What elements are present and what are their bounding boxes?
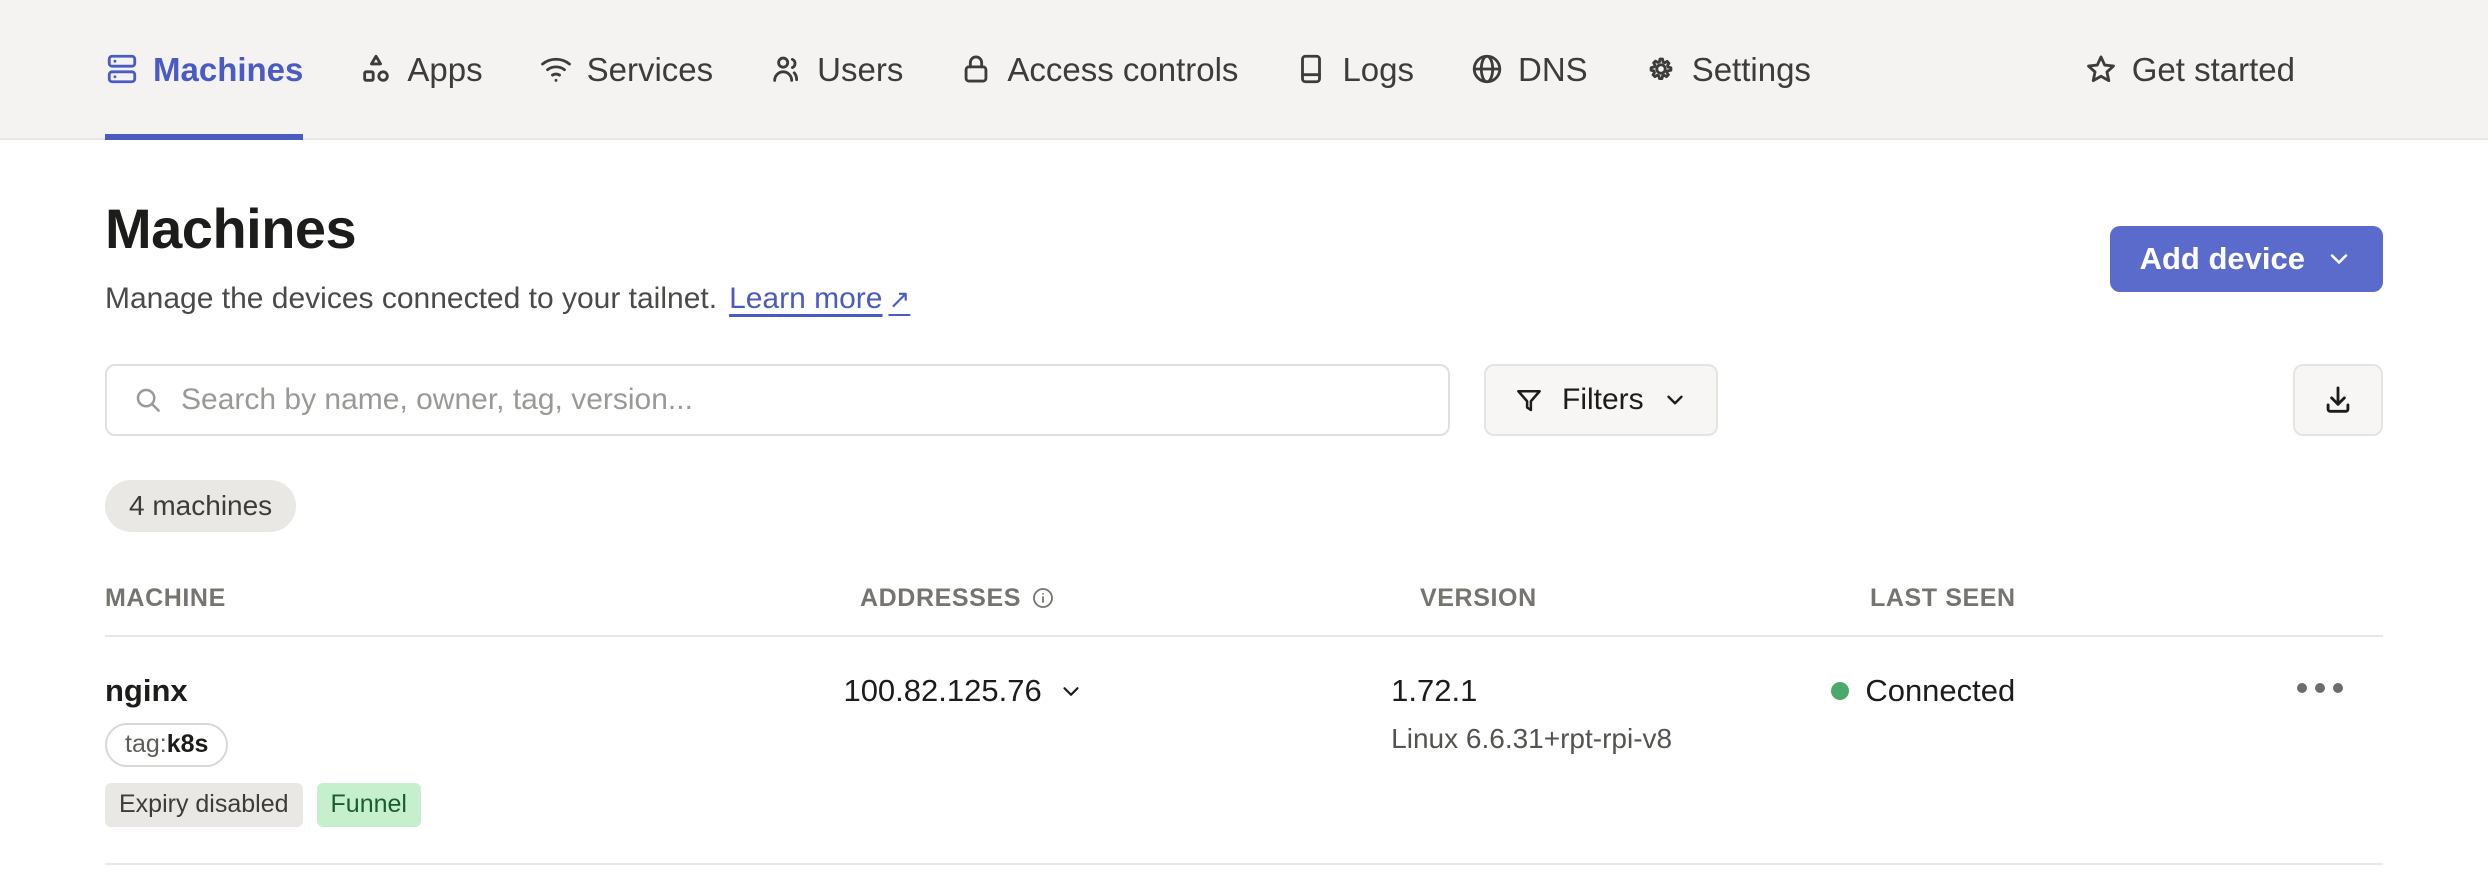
status-badge: Connected [1831, 673, 2015, 709]
chevron-down-icon [1662, 387, 1688, 413]
nav-item-services[interactable]: Services [511, 0, 742, 138]
learn-more-label: Learn more [729, 281, 883, 315]
wifi-icon [539, 52, 573, 86]
page-header-text: Machines Manage the devices connected to… [105, 198, 910, 316]
badge-funnel: Funnel [316, 782, 421, 827]
globe-icon [1470, 52, 1504, 86]
add-device-label: Add device [2139, 241, 2305, 276]
cell-machine: nginx tag: k8s Expiry disabled Funnel [105, 673, 843, 827]
search-box[interactable] [105, 363, 1450, 436]
learn-more-link[interactable]: Learn more ↗ [729, 282, 910, 316]
active-tab-underline [105, 134, 304, 140]
users-icon [769, 52, 803, 86]
badge-expiry-disabled: Expiry disabled [105, 782, 303, 827]
machine-address[interactable]: 100.82.125.76 [843, 673, 1083, 709]
page-description: Manage the devices connected to your tai… [105, 282, 910, 316]
nav-item-label: Apps [407, 50, 483, 88]
machines-table: MACHINE ADDRESSES VERSION LAST SEEN ngin… [105, 584, 2383, 865]
machine-count-badge: 4 machines [105, 479, 297, 532]
kebab-dot-icon [2297, 682, 2308, 693]
top-navigation-bar: Machines Apps Services Users Access cont… [0, 0, 2488, 140]
machine-count-row: 4 machines [105, 479, 2383, 532]
chevron-down-icon [1058, 678, 1084, 704]
nav-item-settings[interactable]: Settings [1616, 0, 1839, 138]
info-icon[interactable] [1031, 586, 1055, 610]
servers-icon [105, 52, 139, 86]
nav-items: Machines Apps Services Users Access cont… [105, 0, 2084, 140]
page-header: Machines Manage the devices connected to… [105, 140, 2383, 316]
table-row[interactable]: nginx tag: k8s Expiry disabled Funnel 100… [105, 637, 2383, 865]
table-header-row: MACHINE ADDRESSES VERSION LAST SEEN [105, 584, 2383, 637]
download-icon [2321, 383, 2355, 417]
cell-last-seen: Connected [1831, 673, 2291, 709]
nav-item-get-started[interactable]: Get started [2084, 0, 2323, 138]
search-input[interactable] [181, 382, 1422, 417]
filter-icon [1514, 385, 1544, 415]
machine-address-value: 100.82.125.76 [843, 672, 1042, 708]
machine-badges: Expiry disabled Funnel [105, 782, 843, 827]
nav-item-users[interactable]: Users [741, 0, 931, 138]
nav-item-label: Services [586, 50, 714, 88]
machine-tag-pill[interactable]: tag: k8s [105, 722, 229, 767]
nav-item-label: DNS [1518, 50, 1588, 88]
toolbar: Filters [105, 363, 2383, 436]
nav-item-label: Users [817, 50, 904, 88]
download-button[interactable] [2293, 363, 2383, 436]
nav-item-dns[interactable]: DNS [1442, 0, 1616, 138]
book-icon [1294, 52, 1328, 86]
nav-right-section: Get started [2084, 0, 2383, 138]
kebab-dot-icon [2333, 682, 2344, 693]
chevron-down-icon [2325, 245, 2353, 273]
row-menu-button[interactable] [2291, 673, 2349, 703]
column-header-last-seen: LAST SEEN [1870, 583, 2016, 612]
filters-button[interactable]: Filters [1484, 363, 1718, 436]
kebab-dot-icon [2315, 682, 2326, 693]
star-icon [2084, 52, 2118, 86]
machine-os: Linux 6.6.31+rpt-rpi-v8 [1391, 722, 1673, 754]
nav-item-label: Machines [153, 50, 304, 88]
external-link-arrow-icon: ↗ [888, 283, 911, 314]
nav-item-label: Logs [1342, 50, 1414, 88]
column-header-version: VERSION [1420, 583, 1537, 612]
nav-item-label: Get started [2131, 50, 2295, 88]
add-device-button[interactable]: Add device [2109, 226, 2383, 292]
status-label: Connected [1865, 672, 2016, 708]
nav-item-label: Access controls [1007, 50, 1239, 88]
machine-name[interactable]: nginx [105, 673, 843, 709]
apps-icon [359, 52, 393, 86]
nav-item-machines[interactable]: Machines [105, 0, 331, 140]
tag-value: k8s [166, 730, 209, 759]
nav-item-apps[interactable]: Apps [331, 0, 510, 138]
page-content: Machines Manage the devices connected to… [0, 140, 2488, 865]
filters-label: Filters [1562, 382, 1644, 416]
cell-addresses: 100.82.125.76 [843, 673, 1391, 709]
column-header-machine: MACHINE [105, 583, 226, 612]
page-title: Machines [105, 197, 357, 260]
machine-version: 1.72.1 [1391, 672, 1478, 708]
column-header-addresses-label: ADDRESSES [860, 583, 1021, 612]
tag-prefix: tag: [125, 730, 167, 759]
cell-version: 1.72.1 Linux 6.6.31+rpt-rpi-v8 [1391, 673, 1831, 755]
nav-item-label: Settings [1691, 50, 1811, 88]
cell-actions [2291, 673, 2383, 703]
status-dot-icon [1831, 681, 1850, 700]
lock-icon [959, 52, 993, 86]
page-description-text: Manage the devices connected to your tai… [105, 281, 718, 315]
nav-item-logs[interactable]: Logs [1266, 0, 1442, 138]
search-icon [133, 385, 163, 415]
nav-item-access-controls[interactable]: Access controls [931, 0, 1266, 138]
gear-icon [1644, 52, 1678, 86]
column-header-addresses: ADDRESSES [860, 584, 1420, 613]
